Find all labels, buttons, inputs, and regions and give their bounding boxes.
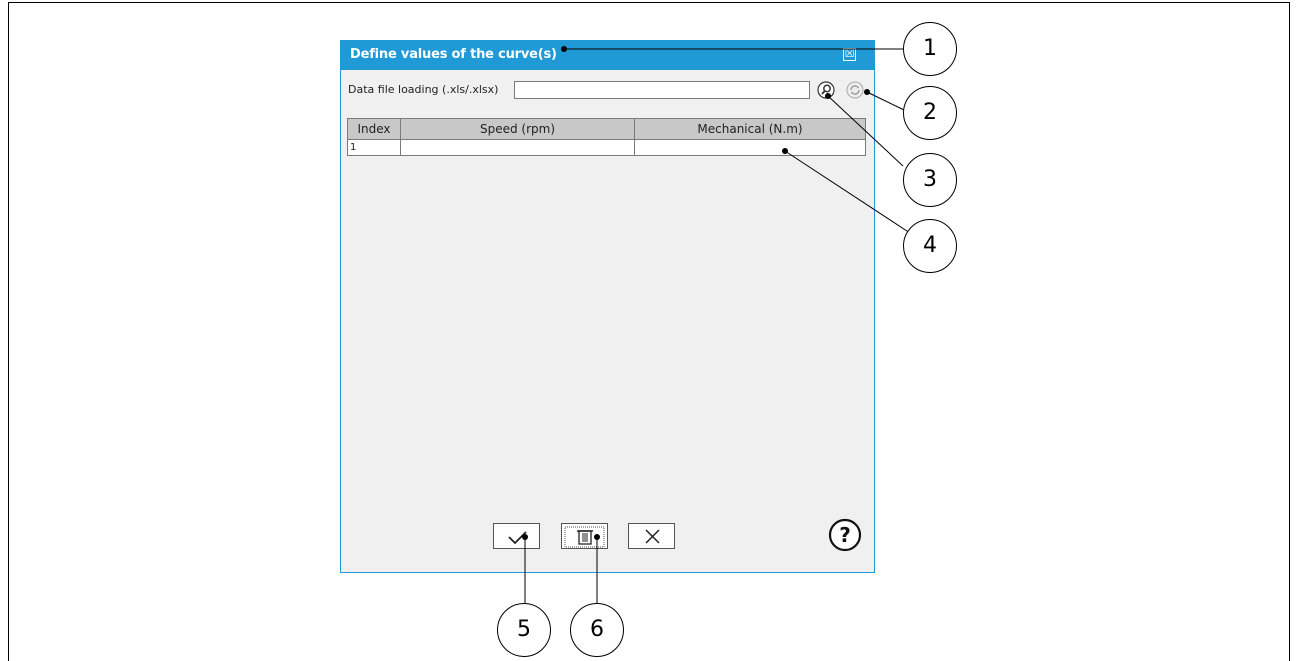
callout-1: 1 [903, 22, 957, 76]
callout-6: 6 [570, 603, 624, 657]
callout-5: 5 [497, 603, 551, 657]
callout-4: 4 [903, 219, 957, 273]
callout-3: 3 [903, 153, 957, 207]
callout-leaders [522, 46, 911, 604]
callout-2: 2 [903, 86, 957, 140]
